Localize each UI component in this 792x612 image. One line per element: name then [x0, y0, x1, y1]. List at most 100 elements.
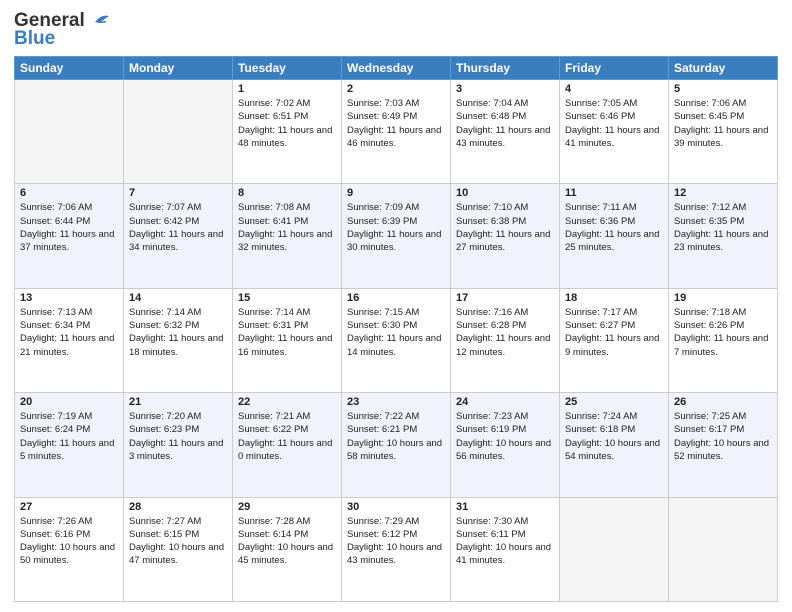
header: General Blue: [14, 10, 778, 50]
day-info: Sunrise: 7:15 AMSunset: 6:30 PMDaylight:…: [347, 306, 445, 359]
day-info-line: Sunrise: 7:13 AM: [20, 307, 92, 318]
day-info: Sunrise: 7:25 AMSunset: 6:17 PMDaylight:…: [674, 410, 772, 463]
day-info-line: Sunset: 6:35 PM: [674, 216, 744, 227]
day-number: 13: [20, 292, 118, 304]
calendar-cell: 20Sunrise: 7:19 AMSunset: 6:24 PMDayligh…: [15, 393, 124, 497]
day-number: 16: [347, 292, 445, 304]
day-info-line: Sunrise: 7:25 AM: [674, 411, 746, 422]
calendar-cell: 13Sunrise: 7:13 AMSunset: 6:34 PMDayligh…: [15, 288, 124, 392]
calendar-cell: 8Sunrise: 7:08 AMSunset: 6:41 PMDaylight…: [233, 184, 342, 288]
day-info-line: Daylight: 11 hours and 3 minutes.: [129, 438, 223, 462]
day-info-line: Sunrise: 7:14 AM: [238, 307, 310, 318]
day-info-line: Daylight: 11 hours and 25 minutes.: [565, 229, 659, 253]
day-info-line: Sunrise: 7:03 AM: [347, 98, 419, 109]
calendar-cell: [124, 80, 233, 184]
day-info: Sunrise: 7:12 AM Sunset: 6:35 PM Daylight:…: [674, 201, 772, 254]
day-info-line: Sunrise: 7:24 AM: [565, 411, 637, 422]
day-info-line: Daylight: 10 hours and 41 minutes.: [456, 542, 551, 566]
day-number: 24: [456, 396, 554, 408]
day-info: Sunrise: 7:27 AMSunset: 6:15 PMDaylight:…: [129, 515, 227, 568]
day-number: 25: [565, 396, 663, 408]
day-info-line: Daylight: 11 hours and 48 minutes.: [238, 125, 332, 149]
day-info-line: Sunset: 6:19 PM: [456, 424, 526, 435]
day-info-line: Daylight: 11 hours and 37 minutes.: [20, 229, 114, 253]
calendar-week-row: 27 Sunrise: 7:26 AM Sunset: 6:16 PM Dayligh…: [15, 497, 778, 601]
calendar-cell: 5Sunrise: 7:06 AMSunset: 6:45 PMDaylight…: [669, 80, 778, 184]
day-info-line: Sunrise: 7:18 AM: [674, 307, 746, 318]
day-info: Sunrise: 7:21 AMSunset: 6:22 PMDaylight:…: [238, 410, 336, 463]
day-info: Sunrise: 7:22 AMSunset: 6:21 PMDaylight:…: [347, 410, 445, 463]
day-number: 12: [674, 187, 772, 199]
day-info: Sunrise: 7:30 AMSunset: 6:11 PMDaylight:…: [456, 515, 554, 568]
day-info-line: Sunrise: 7:22 AM: [347, 411, 419, 422]
calendar-cell: 19Sunrise: 7:18 AMSunset: 6:26 PMDayligh…: [669, 288, 778, 392]
day-info-line: Daylight: 11 hours and 18 minutes.: [129, 333, 223, 357]
day-info: Sunrise: 7:05 AMSunset: 6:46 PMDaylight:…: [565, 97, 663, 150]
calendar-cell: 17Sunrise: 7:16 AMSunset: 6:28 PMDayligh…: [451, 288, 560, 392]
day-info-line: Sunrise: 7:07 AM: [129, 202, 201, 213]
day-info-line: Sunset: 6:26 PM: [674, 320, 744, 331]
day-number: 6: [20, 187, 118, 199]
day-info-line: Sunset: 6:34 PM: [20, 320, 90, 331]
day-info-line: Daylight: 10 hours and 50 minutes.: [20, 542, 115, 566]
day-info-line: Daylight: 10 hours and 47 minutes.: [129, 542, 224, 566]
day-info: Sunrise: 7:18 AMSunset: 6:26 PMDaylight:…: [674, 306, 772, 359]
day-info-line: Daylight: 10 hours and 43 minutes.: [347, 542, 442, 566]
day-info-line: Daylight: 11 hours and 32 minutes.: [238, 229, 332, 253]
day-info-line: Sunset: 6:48 PM: [456, 111, 526, 122]
weekday-header-monday: Monday: [124, 57, 233, 80]
day-info-line: Sunrise: 7:23 AM: [456, 411, 528, 422]
calendar-cell: 28Sunrise: 7:27 AMSunset: 6:15 PMDayligh…: [124, 497, 233, 601]
day-number: 5: [674, 83, 772, 95]
day-info: Sunrise: 7:13 AMSunset: 6:34 PMDaylight:…: [20, 306, 118, 359]
logo-blue: Blue: [14, 28, 55, 50]
day-number: 26: [674, 396, 772, 408]
day-info: Sunrise: 7:08 AMSunset: 6:41 PMDaylight:…: [238, 201, 336, 254]
day-info-line: Sunset: 6:27 PM: [565, 320, 635, 331]
calendar-cell: 4Sunrise: 7:05 AMSunset: 6:46 PMDaylight…: [560, 80, 669, 184]
day-number: 15: [238, 292, 336, 304]
day-info-line: Sunset: 6:16 PM: [20, 529, 90, 540]
day-info-line: Daylight: 11 hours and 14 minutes.: [347, 333, 441, 357]
day-info-line: Daylight: 11 hours and 23 minutes.: [674, 229, 768, 253]
calendar-week-row: 13 Sunrise: 7:13 AM Sunset: 6:34 PM Dayligh…: [15, 288, 778, 392]
day-info-line: Sunrise: 7:04 AM: [456, 98, 528, 109]
day-info: Sunrise: 7:02 AMSunset: 6:51 PMDaylight:…: [238, 97, 336, 150]
day-number: 9: [347, 187, 445, 199]
calendar-cell: 31Sunrise: 7:30 AMSunset: 6:11 PMDayligh…: [451, 497, 560, 601]
logo: General Blue: [14, 10, 109, 50]
day-info: Sunrise: 7:17 AMSunset: 6:27 PMDaylight:…: [565, 306, 663, 359]
calendar-cell: 24Sunrise: 7:23 AMSunset: 6:19 PMDayligh…: [451, 393, 560, 497]
day-info-line: Daylight: 11 hours and 5 minutes.: [20, 438, 114, 462]
day-info-line: Sunset: 6:44 PM: [20, 216, 90, 227]
day-info-line: Sunset: 6:45 PM: [674, 111, 744, 122]
calendar-cell: 26 Sunrise: 7:25 AMSunset: 6:17 PMDayligh…: [669, 393, 778, 497]
day-info-line: Daylight: 11 hours and 12 minutes.: [456, 333, 550, 357]
weekday-header-thursday: Thursday: [451, 57, 560, 80]
calendar-week-row: 1 Sunrise: 7:02 AMSunset: 6:51 PMDaylight…: [15, 80, 778, 184]
day-number: 27: [20, 501, 118, 513]
day-number: 17: [456, 292, 554, 304]
day-info-line: Sunset: 6:11 PM: [456, 529, 526, 540]
calendar-cell: 10Sunrise: 7:10 AMSunset: 6:38 PMDayligh…: [451, 184, 560, 288]
calendar-cell: 14Sunrise: 7:14 AMSunset: 6:32 PMDayligh…: [124, 288, 233, 392]
day-info-line: Sunset: 6:18 PM: [565, 424, 635, 435]
calendar-cell: [669, 497, 778, 601]
day-number: 1: [238, 83, 336, 95]
calendar-cell: 21Sunrise: 7:20 AMSunset: 6:23 PMDayligh…: [124, 393, 233, 497]
day-info-line: Daylight: 10 hours and 54 minutes.: [565, 438, 660, 462]
day-info: Sunrise: 7:19 AMSunset: 6:24 PMDaylight:…: [20, 410, 118, 463]
calendar-cell: 29Sunrise: 7:28 AMSunset: 6:14 PMDayligh…: [233, 497, 342, 601]
day-info-line: Daylight: 11 hours and 16 minutes.: [238, 333, 332, 357]
day-info-line: Daylight: 10 hours and 45 minutes.: [238, 542, 333, 566]
day-info: Sunrise: 7:09 AMSunset: 6:39 PMDaylight:…: [347, 201, 445, 254]
day-info-line: Sunset: 6:49 PM: [347, 111, 417, 122]
day-info-line: Sunrise: 7:06 AM: [20, 202, 92, 213]
day-number: 23: [347, 396, 445, 408]
day-info-line: Sunrise: 7:12 AM: [674, 202, 746, 213]
day-info-line: Sunrise: 7:05 AM: [565, 98, 637, 109]
day-info-line: Sunrise: 7:26 AM: [20, 516, 92, 527]
day-number: 29: [238, 501, 336, 513]
day-info-line: Sunrise: 7:17 AM: [565, 307, 637, 318]
calendar-cell: 27 Sunrise: 7:26 AM Sunset: 6:16 PM Dayligh…: [15, 497, 124, 601]
